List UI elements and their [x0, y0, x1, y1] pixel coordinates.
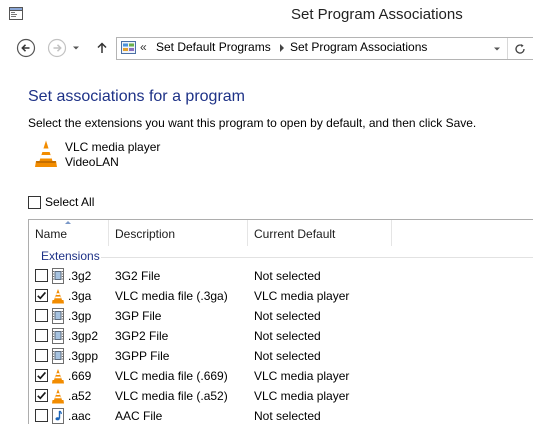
breadcrumb-set-program-associations[interactable]: Set Program Associations: [290, 40, 427, 54]
row-checkbox[interactable]: [35, 369, 48, 382]
chevron-down-icon: [73, 46, 79, 50]
row-extension: .3gp2: [68, 329, 99, 343]
select-all-checkbox[interactable]: Select All: [28, 194, 94, 210]
row-current-default: Not selected: [254, 349, 321, 363]
list-row-a52[interactable]: .a52 VLC media file (.a52) VLC media playe…: [29, 386, 533, 406]
list-row-aac[interactable]: .aac AAC File Not selected: [29, 406, 533, 424]
column-header-current-default[interactable]: Current Default: [254, 220, 335, 246]
column-divider[interactable]: [108, 220, 109, 246]
row-description: 3GP2 File: [115, 329, 169, 343]
column-header-description[interactable]: Description: [115, 220, 175, 246]
media-file-icon: [52, 268, 64, 284]
row-extension: .3gpp: [68, 349, 99, 363]
program-name: VLC media player: [65, 140, 161, 154]
group-header-extensions[interactable]: Extensions: [41, 249, 100, 263]
audio-file-icon: [52, 408, 64, 424]
row-description: 3GP File: [115, 309, 162, 323]
chevron-down-icon: [494, 47, 500, 50]
window-app-icon: [9, 7, 23, 20]
back-arrow-icon: [16, 38, 36, 58]
row-checkbox[interactable]: [35, 329, 48, 342]
vlc-cone-icon: [52, 289, 64, 304]
row-checkbox[interactable]: [35, 309, 48, 322]
row-checkbox[interactable]: [35, 269, 48, 282]
address-dropdown-button[interactable]: [489, 38, 505, 59]
row-description: 3GPP File: [115, 349, 170, 363]
row-checkbox[interactable]: [35, 409, 48, 422]
row-current-default: Not selected: [254, 409, 321, 423]
list-row-3gp[interactable]: .3gp 3GP File Not selected: [29, 306, 533, 326]
breadcrumb-separator-icon[interactable]: [280, 44, 284, 52]
row-extension: .669: [68, 369, 92, 383]
back-button[interactable]: [16, 38, 36, 58]
column-divider[interactable]: [247, 220, 248, 246]
checkmark-icon: [37, 391, 47, 400]
instructions-text: Select the extensions you want this prog…: [28, 116, 477, 130]
control-panel-icon: [121, 41, 136, 54]
checkmark-icon: [37, 371, 47, 380]
column-divider[interactable]: [391, 220, 392, 246]
forward-arrow-icon: [47, 38, 67, 58]
breadcrumb-set-default-programs[interactable]: Set Default Programs: [156, 40, 271, 54]
program-vendor: VideoLAN: [65, 155, 119, 169]
forward-button[interactable]: [47, 38, 67, 58]
row-current-default: VLC media player: [254, 369, 350, 383]
row-current-default: Not selected: [254, 269, 321, 283]
list-row-3ga[interactable]: .3ga VLC media file (.3ga) VLC media playe…: [29, 286, 533, 306]
vlc-cone-icon: [35, 140, 57, 167]
row-description: AAC File: [115, 409, 163, 423]
address-bar[interactable]: « Set Default Programs Set Program Assoc…: [116, 37, 533, 60]
row-checkbox[interactable]: [35, 389, 48, 402]
checkmark-icon: [37, 291, 47, 300]
column-headers: Name Description Current Default: [29, 220, 533, 246]
media-file-icon: [52, 348, 64, 364]
row-extension: .3gp: [68, 309, 92, 323]
vlc-cone-icon: [52, 389, 64, 404]
row-extension: .a52: [68, 389, 92, 403]
list-row-3g2[interactable]: .3g2 3G2 File Not selected: [29, 266, 533, 286]
group-divider: [101, 257, 533, 258]
row-current-default: Not selected: [254, 309, 321, 323]
window-title: Set Program Associations: [291, 6, 463, 23]
breadcrumb-overflow[interactable]: «: [140, 40, 147, 54]
row-description: VLC media file (.3ga): [115, 289, 228, 303]
title-bar: Set Program Associations: [0, 0, 533, 30]
column-header-name[interactable]: Name: [35, 220, 67, 246]
row-current-default: VLC media player: [254, 389, 350, 403]
refresh-icon: [515, 43, 525, 54]
media-file-icon: [52, 328, 64, 344]
list-row-669[interactable]: .669 VLC media file (.669) VLC media playe…: [29, 366, 533, 386]
row-current-default: VLC media player: [254, 289, 350, 303]
row-extension: .3g2: [68, 269, 92, 283]
row-current-default: Not selected: [254, 329, 321, 343]
row-extension: .aac: [68, 409, 91, 423]
select-all-label: Select All: [45, 195, 95, 209]
row-description: 3G2 File: [115, 269, 161, 283]
up-button[interactable]: [94, 38, 110, 58]
row-description: VLC media file (.669): [115, 369, 228, 383]
vlc-cone-icon: [52, 369, 64, 384]
list-row-3gp2[interactable]: .3gp2 3GP2 File Not selected: [29, 326, 533, 346]
select-all-box[interactable]: [28, 195, 41, 209]
recent-locations-button[interactable]: [70, 38, 82, 58]
extensions-list[interactable]: Name Description Current Default Extensi…: [28, 219, 533, 424]
refresh-button[interactable]: [510, 38, 530, 59]
list-row-3gpp[interactable]: .3gpp 3GPP File Not selected: [29, 346, 533, 366]
media-file-icon: [52, 308, 64, 324]
row-description: VLC media file (.a52): [115, 389, 228, 403]
row-checkbox[interactable]: [35, 289, 48, 302]
up-arrow-icon: [97, 42, 107, 53]
address-divider: [507, 38, 508, 59]
row-extension: .3ga: [68, 289, 92, 303]
row-checkbox[interactable]: [35, 349, 48, 362]
page-title: Set associations for a program: [28, 88, 245, 105]
